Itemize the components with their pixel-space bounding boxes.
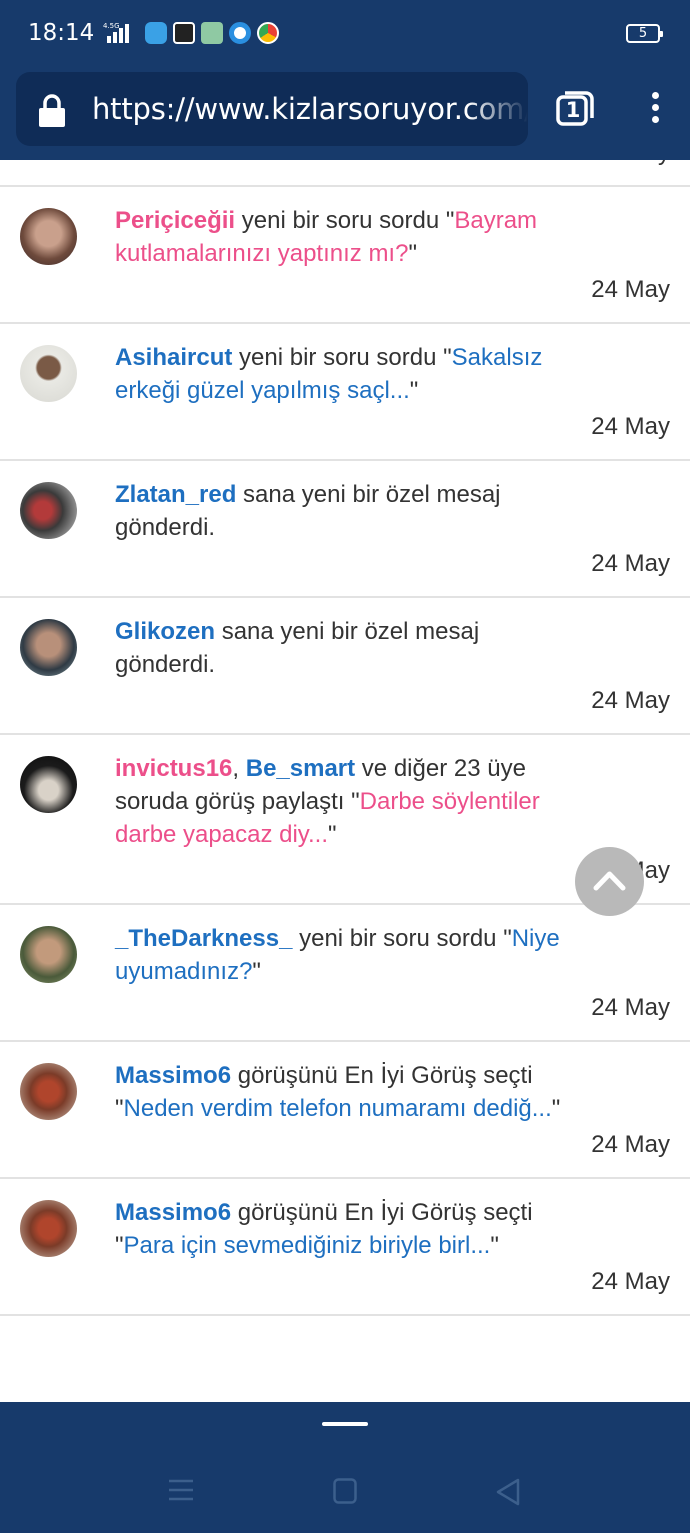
notification-item[interactable]: Glikozen sana yeni bir özel mesaj gönder… — [0, 598, 690, 735]
notification-text: _TheDarkness_ yeni bir soru sordu "Niye … — [115, 922, 565, 988]
news-icon — [173, 22, 195, 44]
url-fade — [468, 72, 528, 146]
username-link[interactable]: _TheDarkness_ — [115, 925, 292, 952]
username-link[interactable]: Zlatan_red — [115, 481, 236, 508]
notification-date: 24 May — [591, 687, 670, 714]
notification-item[interactable]: Periçiceğii yeni bir soru sordu "Bayram … — [0, 187, 690, 324]
avatar-zlatan-red[interactable] — [20, 482, 77, 539]
avatar-asihaircut[interactable] — [20, 345, 77, 402]
gesture-handle[interactable] — [322, 1422, 368, 1426]
notification-fragment: yeni bir soru sordu " — [232, 344, 452, 371]
chevron-up-icon[interactable] — [575, 847, 644, 916]
signal-icon: 4.5G — [97, 20, 137, 51]
username-link[interactable]: Glikozen — [115, 618, 215, 645]
notification-item[interactable]: Massimo6 görüşünü En İyi Görüş seçti "Ne… — [0, 1042, 690, 1179]
back-triangle-icon[interactable] — [496, 1478, 520, 1511]
home-square-icon[interactable] — [333, 1478, 357, 1509]
question-link[interactable]: Neden verdim telefon numaramı dediğ... — [124, 1095, 552, 1122]
notification-date: 24 May — [591, 994, 670, 1021]
scroll-to-top-button[interactable] — [575, 847, 644, 916]
gallery-icon — [201, 22, 223, 44]
network-type-label: 4.5G — [103, 22, 120, 30]
notification-text: Massimo6 görüşünü En İyi Görüş seçti "Pa… — [115, 1196, 565, 1262]
username-link[interactable]: Massimo6 — [115, 1199, 231, 1226]
status-bar: 18:14 4.5G 5 — [0, 0, 690, 64]
notification-text: Massimo6 görüşünü En İyi Görüş seçti "Ne… — [115, 1059, 565, 1125]
chrome-icon — [257, 22, 279, 44]
notification-fragment: " — [490, 1232, 499, 1259]
system-nav-bar — [0, 1402, 690, 1533]
tab-count[interactable]: 1 — [562, 98, 584, 122]
avatar-glikozen[interactable] — [20, 619, 77, 676]
avatar-thedarkness[interactable] — [20, 926, 77, 983]
notification-item[interactable]: Zlatan_red sana yeni bir özel mesaj gönd… — [0, 461, 690, 598]
notification-date: 24 May — [591, 413, 670, 440]
question-link[interactable]: Para için sevmediğiniz biriyle birl... — [124, 1232, 491, 1259]
notification-text: invictus16, Be_smart ve diğer 23 üye sor… — [115, 752, 565, 851]
notification-text: Glikozen sana yeni bir özel mesaj gönder… — [115, 615, 565, 681]
battery-level: 5 — [638, 26, 648, 41]
notification-icons — [145, 22, 279, 44]
notification-item[interactable]: Asihaircut yeni bir soru sordu "Sakalsız… — [0, 324, 690, 461]
notification-date: 24 May — [591, 160, 670, 167]
notification-text: Asihaircut yeni bir soru sordu "Sakalsız… — [115, 341, 565, 407]
notification-fragment: " — [328, 821, 337, 848]
avatar-massimo6[interactable] — [20, 1200, 77, 1257]
notification-fragment: " — [409, 377, 419, 404]
address-bar[interactable]: https://www.kizlarsoruyor.com/fen — [16, 72, 528, 146]
bip-icon — [145, 22, 167, 44]
username-link[interactable]: invictus16 — [115, 755, 232, 782]
username-link[interactable]: Periçiceğii — [115, 207, 235, 234]
notification-fragment: , — [232, 755, 246, 782]
status-time: 18:14 — [28, 20, 95, 46]
lock-icon[interactable] — [38, 94, 66, 133]
notification-feed[interactable]: Periçiceğii bir soruda senden bahsetti "… — [0, 160, 690, 1402]
notification-date: 24 May — [591, 276, 670, 303]
notification-item[interactable]: _TheDarkness_ yeni bir soru sordu "Niye … — [0, 905, 690, 1042]
battery-icon: 5 — [626, 24, 663, 43]
avatar-pericicegii[interactable] — [20, 208, 77, 265]
notification-text: Zlatan_red sana yeni bir özel mesaj gönd… — [115, 478, 565, 544]
notification-fragment: " — [252, 958, 261, 985]
notification-fragment: yeni bir soru sordu " — [235, 207, 455, 234]
notification-item[interactable]: Periçiceğii bir soruda senden bahsetti "… — [0, 160, 690, 187]
notification-date: 24 May — [591, 1268, 670, 1295]
menu-icon[interactable] — [168, 1478, 194, 1507]
browser-toolbar: https://www.kizlarsoruyor.com/fen 1 — [0, 64, 690, 160]
url-text[interactable]: https://www.kizlarsoruyor.com/fen — [92, 92, 528, 126]
circle-app-icon — [229, 22, 251, 44]
notification-date: 24 May — [591, 550, 670, 577]
more-vert-icon[interactable] — [648, 92, 662, 126]
notification-item[interactable]: Massimo6 görüşünü En İyi Görüş seçti "Pa… — [0, 1179, 690, 1316]
username-link[interactable]: Be_smart — [246, 755, 355, 782]
avatar-massimo6[interactable] — [20, 1063, 77, 1120]
notification-date: 24 May — [591, 1131, 670, 1158]
notification-fragment: " — [551, 1095, 561, 1122]
avatar-invictus16[interactable] — [20, 756, 77, 813]
username-link[interactable]: Massimo6 — [115, 1062, 231, 1089]
notification-text: Periçiceğii yeni bir soru sordu "Bayram … — [115, 204, 565, 270]
feed-list: Periçiceğii bir soruda senden bahsetti "… — [0, 160, 690, 1316]
notification-fragment: yeni bir soru sordu " — [292, 925, 512, 952]
username-link[interactable]: Asihaircut — [115, 344, 232, 371]
notification-fragment: " — [408, 240, 417, 267]
